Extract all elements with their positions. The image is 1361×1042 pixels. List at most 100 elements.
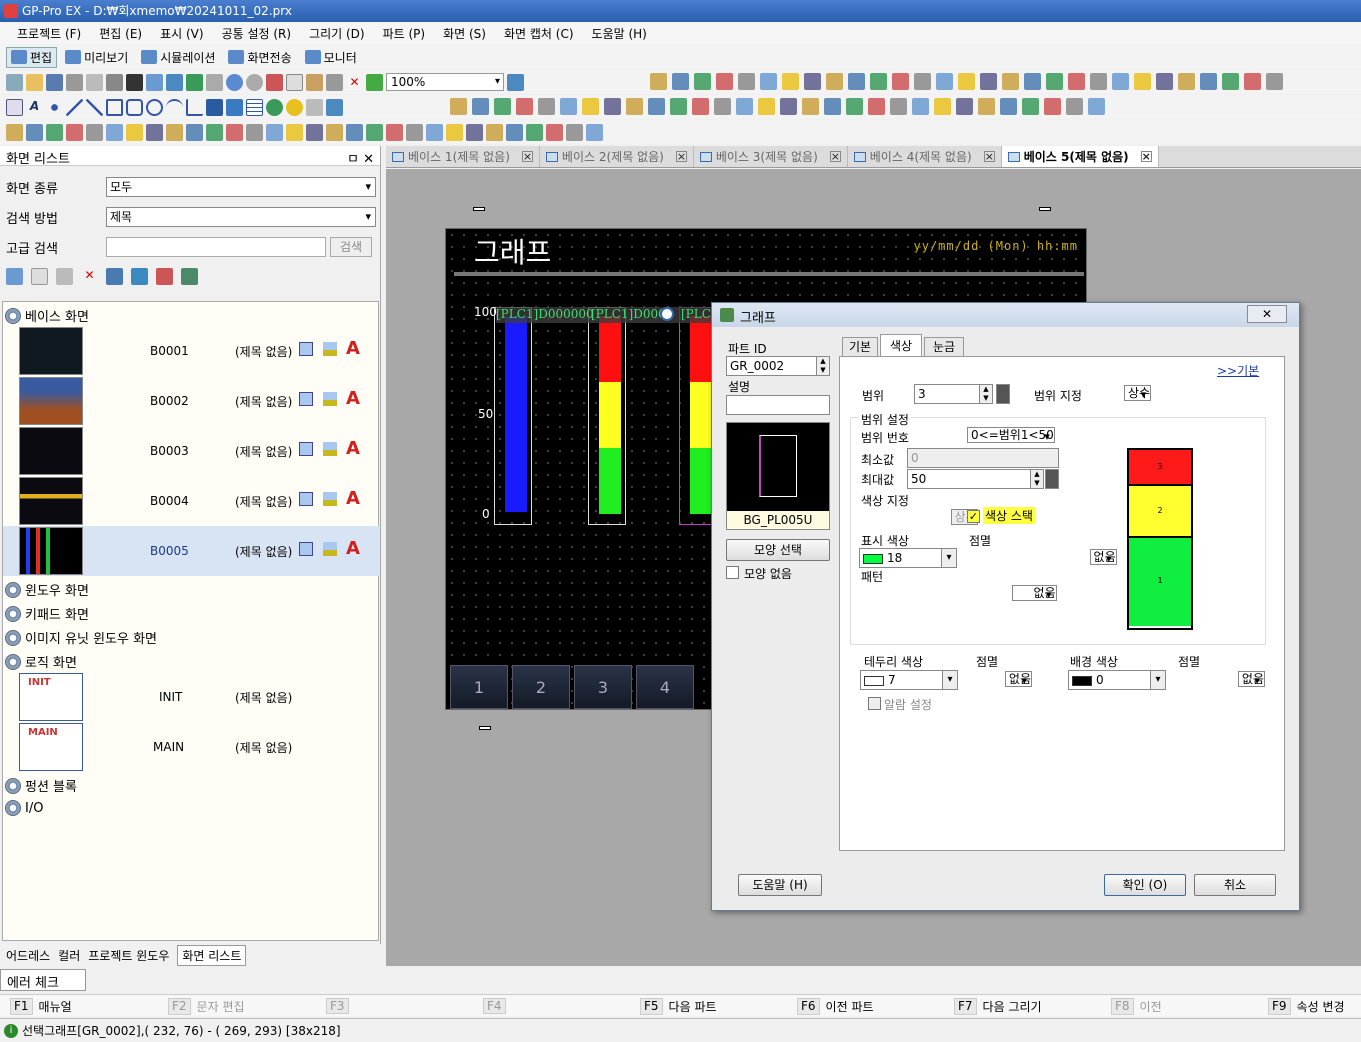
feature-13-icon[interactable]: [914, 73, 931, 90]
doc-tab-base-2[interactable]: 베이스 2(제목 없음) ×: [540, 146, 694, 167]
screen-row-b0001[interactable]: B0001 (제목 없음) A: [3, 326, 380, 376]
range-no-select[interactable]: 0<=범위1<50: [967, 427, 1055, 443]
export-icon[interactable]: [206, 73, 223, 91]
arc-tool-icon[interactable]: [166, 98, 183, 116]
fkey-f5[interactable]: F5 다음 파트: [640, 998, 717, 1015]
canvas-resize-handle[interactable]: [479, 726, 491, 730]
screen-icon[interactable]: [166, 73, 183, 91]
image-tool-icon[interactable]: [226, 98, 243, 116]
align-10-icon[interactable]: [186, 123, 203, 141]
feature-2-icon[interactable]: [672, 73, 689, 90]
polygon-tool-icon[interactable]: [126, 98, 143, 116]
description-input[interactable]: [726, 395, 830, 415]
feature-21-icon[interactable]: [1090, 73, 1107, 90]
menu-help[interactable]: 도움말 (H): [583, 22, 656, 44]
feature-29-icon[interactable]: [1266, 73, 1283, 90]
feature-5-icon[interactable]: [738, 73, 755, 90]
dialog-close-button[interactable]: ✕: [1247, 305, 1287, 323]
menu-edit[interactable]: 편집 (E): [90, 22, 151, 44]
screen-row-b0002[interactable]: B0002 (제목 없음) A: [3, 376, 380, 426]
screen-settings-icon[interactable]: [299, 342, 313, 356]
align-29-icon[interactable]: [566, 123, 583, 141]
text-tool-icon[interactable]: A: [26, 99, 43, 116]
align-1-icon[interactable]: [6, 123, 23, 141]
font-icon[interactable]: A: [346, 488, 360, 509]
scale-tool-icon[interactable]: [186, 98, 203, 116]
feature-1-icon[interactable]: [650, 73, 667, 90]
part-20-icon[interactable]: [868, 98, 885, 115]
range-spinner[interactable]: ▲ ▼: [979, 384, 993, 404]
part-4-icon[interactable]: [516, 98, 533, 115]
align-20-icon[interactable]: [386, 123, 403, 141]
paste-screen-icon[interactable]: [56, 268, 73, 285]
part-18-icon[interactable]: [824, 98, 841, 115]
bg-blink-select[interactable]: 없음: [1237, 671, 1265, 687]
func-key-1[interactable]: 1: [450, 665, 508, 709]
align-22-icon[interactable]: [426, 123, 443, 141]
check-icon[interactable]: [366, 73, 383, 91]
align-16-icon[interactable]: [306, 123, 323, 141]
graph-part-1[interactable]: [494, 307, 532, 525]
part-3-icon[interactable]: [494, 98, 511, 115]
zoom-select[interactable]: 100%: [386, 73, 504, 91]
align-12-icon[interactable]: [226, 123, 243, 141]
advanced-search-input[interactable]: [106, 237, 326, 257]
align-8-icon[interactable]: [146, 123, 163, 141]
menu-project[interactable]: 프로젝트 (F): [8, 22, 90, 44]
screen-window-icon[interactable]: [131, 268, 148, 285]
part-2-icon[interactable]: [472, 98, 489, 115]
screen-row-b0003[interactable]: B0003 (제목 없음) A: [3, 426, 380, 476]
part-14-icon[interactable]: [736, 98, 753, 115]
screen-property-icon[interactable]: [106, 268, 123, 285]
line-tool-icon[interactable]: [66, 98, 83, 116]
align-25-icon[interactable]: [486, 123, 503, 141]
feature-20-icon[interactable]: [1068, 73, 1085, 90]
tab-scale[interactable]: 눈금: [924, 337, 964, 357]
select-pointer-icon[interactable]: [6, 98, 23, 116]
part-13-icon[interactable]: [714, 98, 731, 115]
shape-select-button[interactable]: 모양 선택: [726, 539, 830, 561]
menu-view[interactable]: 표시 (V): [151, 22, 212, 44]
import-icon[interactable]: [186, 73, 203, 91]
feature-24-icon[interactable]: [1156, 73, 1173, 90]
screen-row-b0004[interactable]: B0004 (제목 없음) A: [3, 476, 380, 526]
align-23-icon[interactable]: [446, 123, 463, 141]
table-tool-icon[interactable]: [246, 98, 263, 116]
part-12-icon[interactable]: [692, 98, 709, 115]
tree-function-blocks[interactable]: 펑션 블록: [5, 776, 77, 795]
pattern-select[interactable]: 없음: [1012, 585, 1057, 601]
range-input[interactable]: 3: [914, 384, 980, 404]
align-14-icon[interactable]: [266, 123, 283, 141]
undo-icon[interactable]: [226, 73, 243, 91]
tree-base-screens[interactable]: 베이스 화면: [5, 306, 89, 325]
polyline-tool-icon[interactable]: [86, 98, 103, 116]
copy-icon[interactable]: [286, 73, 303, 91]
print-icon[interactable]: [66, 73, 83, 91]
mode-edit-button[interactable]: 편집: [6, 46, 58, 68]
new-screen-list-icon[interactable]: [6, 268, 23, 285]
doc-tab-base-1[interactable]: 베이스 1(제목 없음) ×: [386, 146, 540, 167]
part-11-icon[interactable]: [670, 98, 687, 115]
feature-25-icon[interactable]: [1178, 73, 1195, 90]
align-26-icon[interactable]: [506, 123, 523, 141]
circle-tool-icon[interactable]: [146, 98, 163, 116]
part-21-icon[interactable]: [890, 98, 907, 115]
doc-tab-base-5[interactable]: 베이스 5(제목 없음) ×: [1001, 146, 1159, 167]
pin-icon[interactable]: ㅁ: [347, 152, 359, 167]
tree-keypad-screens[interactable]: 키패드 화면: [5, 604, 89, 623]
tab-color[interactable]: 컬러: [58, 947, 80, 964]
switch-part-icon[interactable]: [266, 98, 283, 116]
close-icon[interactable]: ×: [521, 151, 533, 162]
mode-preview-button[interactable]: 미리보기: [60, 47, 133, 68]
align-30-icon[interactable]: [586, 123, 603, 141]
redo-icon[interactable]: [246, 73, 263, 91]
min-input[interactable]: 0: [907, 448, 1059, 468]
align-28-icon[interactable]: [546, 123, 563, 141]
part-6-icon[interactable]: [560, 98, 577, 115]
menu-draw[interactable]: 그리기 (D): [300, 22, 374, 44]
dot-tool-icon[interactable]: [46, 98, 63, 116]
part-5-icon[interactable]: [538, 98, 555, 115]
max-spinner[interactable]: ▲ ▼: [1030, 469, 1044, 489]
part-27-icon[interactable]: [1022, 98, 1039, 115]
feature-19-icon[interactable]: [1046, 73, 1063, 90]
